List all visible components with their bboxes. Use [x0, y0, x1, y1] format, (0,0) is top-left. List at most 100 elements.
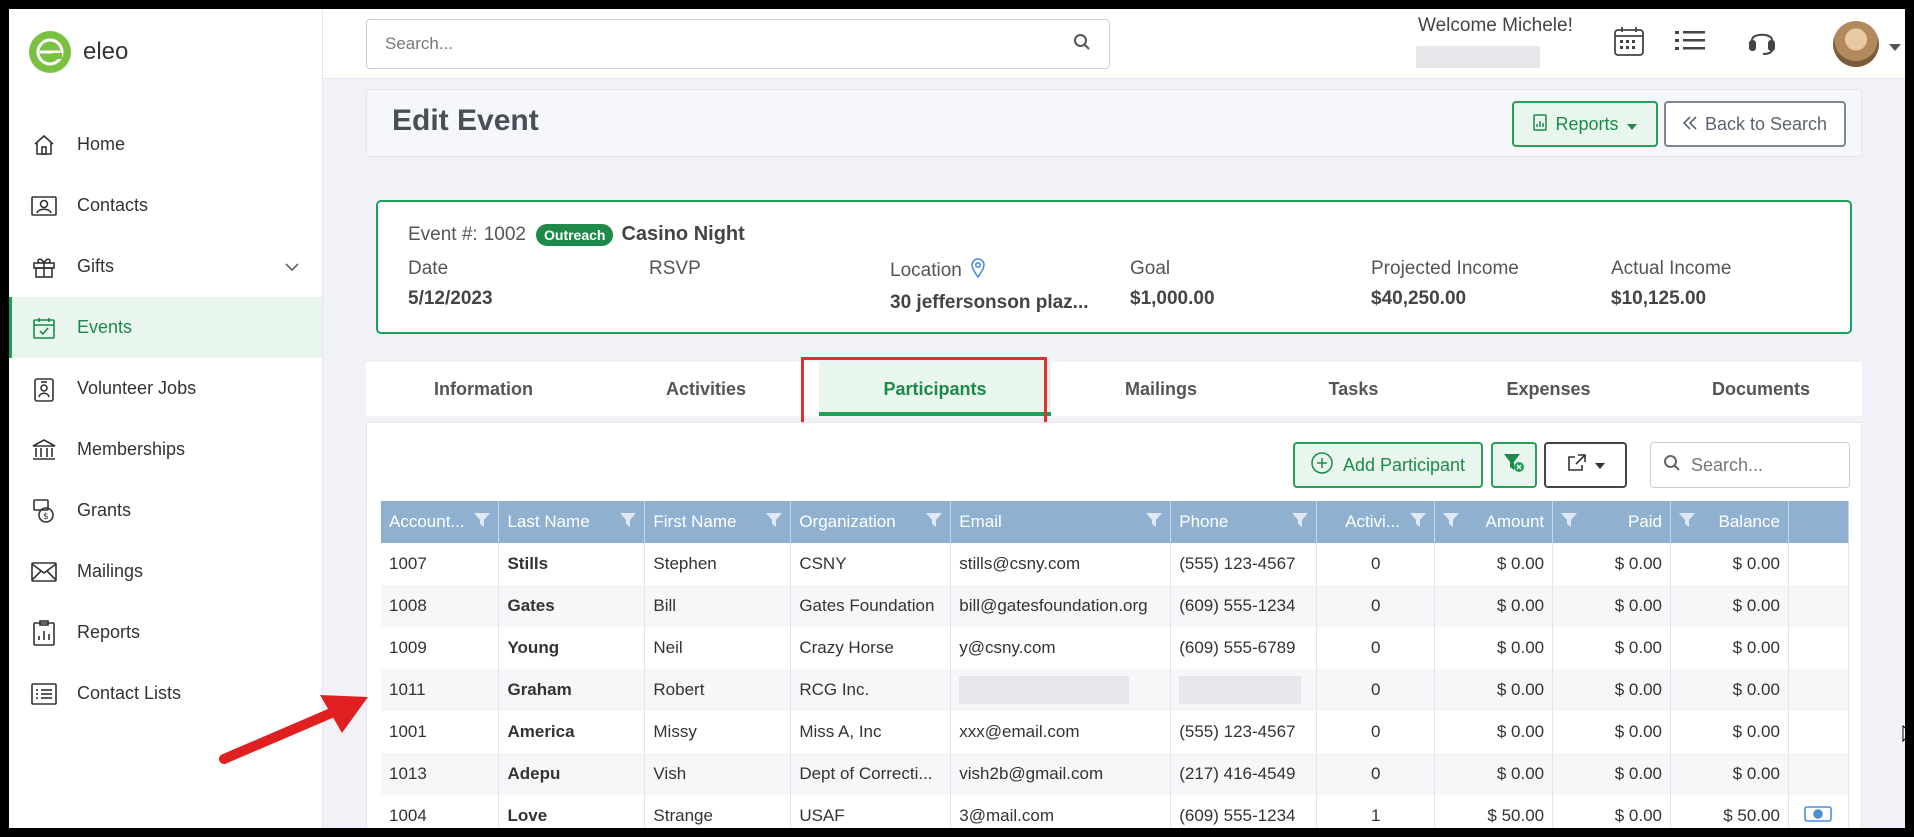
cell-phone-redacted — [1170, 669, 1318, 711]
goal-value: $1,000.00 — [1130, 288, 1215, 309]
calendar-icon[interactable] — [1613, 25, 1645, 62]
actual-income-value: $10,125.00 — [1611, 288, 1707, 309]
cell-organization: CSNY — [790, 543, 952, 585]
filter-icon[interactable] — [1146, 512, 1163, 533]
cell-email: y@csny.com — [950, 627, 1172, 669]
filter-icon[interactable] — [1561, 512, 1578, 533]
table-row[interactable]: 1004 Love Strange USAF 3@mail.com (609) … — [381, 795, 1850, 828]
filter-icon[interactable] — [1410, 512, 1427, 533]
grant-money-icon: $ — [29, 496, 59, 526]
cell-balance: $ 0.00 — [1670, 627, 1789, 669]
filter-icon[interactable] — [926, 512, 943, 533]
column-header-phone[interactable]: Phone — [1170, 501, 1318, 543]
cell-first-name: Vish — [644, 753, 792, 795]
global-search-input[interactable] — [385, 34, 1073, 54]
column-header-organization[interactable]: Organization — [790, 501, 952, 543]
report-icon — [1533, 113, 1548, 136]
filter-icon[interactable] — [766, 512, 783, 533]
plus-circle-icon — [1311, 451, 1333, 479]
table-row[interactable]: 1011 Graham Robert RCG Inc. 0 $ 0.00 $ 0… — [381, 669, 1850, 711]
headset-support-icon[interactable] — [1747, 26, 1777, 61]
sidebar-item-home[interactable]: Home — [9, 114, 322, 175]
filter-icon[interactable] — [474, 512, 491, 533]
cell-activities: 0 — [1316, 669, 1436, 711]
sidebar-item-label: Contacts — [77, 195, 149, 215]
cell-activities: 0 — [1316, 585, 1436, 627]
event-heading: Event #: 1002 Outreach Casino Night — [408, 223, 745, 246]
date-label: Date — [408, 258, 449, 279]
event-summary: Event #: 1002 Outreach Casino Night Date… — [376, 200, 1852, 334]
sidebar-item-gifts[interactable]: Gifts — [9, 236, 322, 297]
filter-icon[interactable] — [1292, 512, 1309, 533]
eleo-logo-icon — [29, 31, 71, 73]
column-header-email[interactable]: Email — [950, 501, 1172, 543]
cell-activities: 0 — [1316, 627, 1436, 669]
filter-icon[interactable] — [620, 512, 637, 533]
column-header-account[interactable]: Account... — [381, 501, 500, 543]
sidebar-item-volunteer-jobs[interactable]: Volunteer Jobs — [9, 358, 322, 419]
cell-last-name: Graham — [498, 669, 646, 711]
tab-tasks[interactable]: Tasks — [1271, 362, 1436, 416]
clear-filter-button[interactable] — [1491, 442, 1537, 488]
export-icon — [1567, 453, 1587, 477]
add-participant-button[interactable]: Add Participant — [1293, 442, 1483, 488]
caret-down-icon[interactable] — [1889, 39, 1901, 57]
cell-organization: Crazy Horse — [790, 627, 952, 669]
sidebar-item-grants[interactable]: $ Grants — [9, 480, 322, 541]
sidebar-item-reports[interactable]: Reports — [9, 602, 322, 663]
back-to-search-button[interactable]: Back to Search — [1664, 101, 1846, 147]
tab-mailings[interactable]: Mailings — [1051, 362, 1271, 416]
grid-search-input[interactable] — [1691, 454, 1831, 476]
sidebar-item-contacts[interactable]: Contacts — [9, 175, 322, 236]
column-header-activities[interactable]: Activi... — [1316, 501, 1436, 543]
tab-expenses[interactable]: Expenses — [1436, 362, 1661, 416]
column-header-balance[interactable]: Balance — [1670, 501, 1789, 543]
sidebar-item-label: Contact Lists — [77, 683, 182, 703]
filter-icon[interactable] — [1443, 512, 1460, 533]
table-row[interactable]: 1007 Stills Stephen CSNY stills@csny.com… — [381, 543, 1850, 585]
grid-search[interactable] — [1650, 442, 1850, 488]
cell-activities: 0 — [1316, 753, 1436, 795]
cell-account: 1011 — [381, 669, 500, 711]
task-list-icon[interactable] — [1675, 29, 1705, 58]
cell-account: 1007 — [381, 543, 500, 585]
event-location: Location 30 jeffersonson plaz... — [890, 258, 1089, 314]
table-row[interactable]: 1001 America Missy Miss A, Inc xxx@email… — [381, 711, 1850, 753]
cell-phone: (609) 555-1234 — [1170, 795, 1318, 828]
sidebar-item-label: Reports — [77, 622, 141, 642]
export-button[interactable] — [1544, 442, 1627, 488]
sidebar-item-memberships[interactable]: Memberships — [9, 419, 322, 480]
user-avatar[interactable] — [1833, 21, 1879, 67]
search-icon — [1663, 454, 1681, 477]
tab-information[interactable]: Information — [366, 362, 601, 416]
cell-paid: $ 0.00 — [1552, 795, 1671, 828]
logo[interactable]: eleo — [29, 31, 128, 73]
tab-documents[interactable]: Documents — [1661, 362, 1861, 416]
cell-organization: USAF — [790, 795, 952, 828]
chevron-down-icon[interactable] — [284, 256, 300, 277]
map-pin-icon[interactable] — [970, 258, 986, 284]
redacted-user-info — [1416, 46, 1540, 68]
sidebar-item-label: Grants — [77, 500, 132, 520]
sidebar-item-events[interactable]: Events — [9, 297, 322, 358]
table-row[interactable]: 1009 Young Neil Crazy Horse y@csny.com (… — [381, 627, 1850, 669]
sidebar-item-mailings[interactable]: Mailings — [9, 541, 322, 602]
table-row[interactable]: 1008 Gates Bill Gates Foundation bill@ga… — [381, 585, 1850, 627]
tab-participants[interactable]: Participants — [819, 362, 1051, 416]
cell-last-name: Young — [498, 627, 646, 669]
search-icon[interactable] — [1073, 33, 1091, 56]
reports-button[interactable]: Reports — [1512, 101, 1658, 147]
table-row[interactable]: 1013 Adepu Vish Dept of Correcti... vish… — [381, 753, 1850, 795]
payment-icon[interactable] — [1804, 805, 1833, 827]
double-chevron-left-icon — [1682, 114, 1697, 135]
column-header-paid[interactable]: Paid — [1552, 501, 1671, 543]
filter-icon[interactable] — [1679, 512, 1695, 533]
global-search[interactable] — [366, 19, 1110, 69]
cell-account: 1013 — [381, 753, 500, 795]
tab-activities[interactable]: Activities — [601, 362, 811, 416]
column-header-first-name[interactable]: First Name — [644, 501, 792, 543]
cell-email: vish2b@gmail.com — [950, 753, 1172, 795]
column-header-last-name[interactable]: Last Name — [498, 501, 646, 543]
cell-phone: (609) 555-6789 — [1170, 627, 1318, 669]
column-header-amount[interactable]: Amount — [1434, 501, 1554, 543]
